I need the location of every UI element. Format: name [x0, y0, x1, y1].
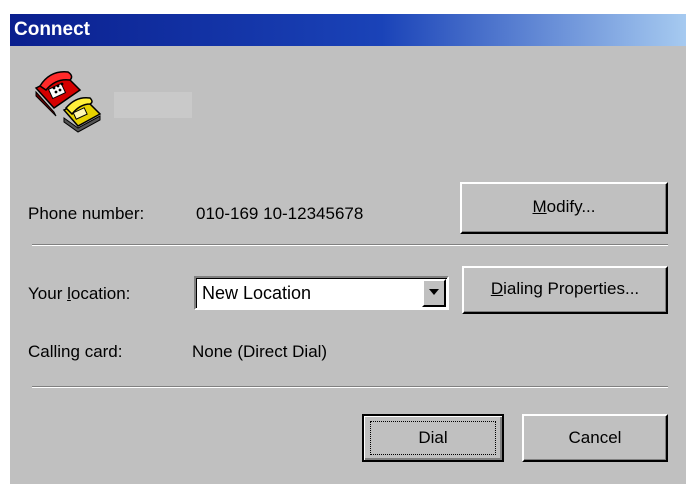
calling-card-label: Calling card: [28, 342, 123, 361]
location-label: Your location: [28, 284, 131, 303]
telephone-icon [30, 66, 110, 136]
location-select[interactable]: New Location [194, 276, 449, 310]
dropdown-button[interactable] [422, 279, 446, 307]
phone-number-label: Phone number: [28, 204, 145, 223]
location-selected-value: New Location [202, 283, 312, 303]
phone-number-value: 010-169 10-12345678 [196, 204, 364, 223]
title-bar[interactable]: Connect [10, 14, 686, 46]
dialing-properties-button[interactable]: Dialing Properties... [462, 266, 668, 314]
connect-dialog: Connect Phone number: 010-169 10-1234567… [8, 12, 686, 484]
calling-card-value: None (Direct Dial) [192, 342, 328, 361]
connection-name-field [114, 92, 192, 118]
dial-button[interactable]: Dial [362, 414, 504, 462]
modify-button[interactable]: Modify... [460, 182, 668, 234]
chevron-down-icon [429, 289, 439, 295]
window-title: Connect [14, 19, 90, 40]
separator-bottom [32, 386, 668, 388]
separator-top [32, 244, 668, 246]
cancel-button[interactable]: Cancel [522, 414, 668, 462]
